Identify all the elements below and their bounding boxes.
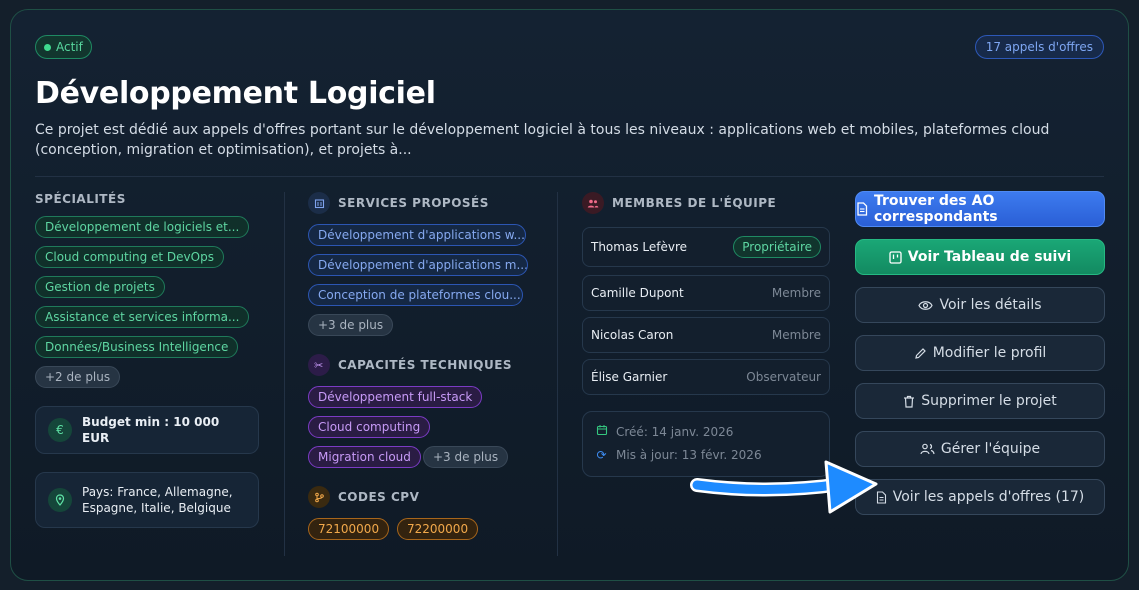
- service-tag: Conception de plateformes clou...: [308, 284, 523, 306]
- team-member-row[interactable]: Nicolas Caron Membre: [582, 317, 830, 353]
- view-details-label: Voir les détails: [939, 297, 1042, 313]
- kanban-icon: [889, 250, 902, 264]
- project-description: Ce projet est dédié aux appels d'offres …: [35, 122, 1050, 158]
- view-offers-button[interactable]: Voir les appels d'offres (17): [855, 479, 1105, 515]
- dates-box: Créé: 14 janv. 2026 ⟳ Mis à jour: 13 fév…: [582, 411, 830, 477]
- team-member-row[interactable]: Élise Garnier Observateur: [582, 359, 830, 395]
- specialties-more-tag[interactable]: +2 de plus: [35, 366, 121, 388]
- status-badge: Actif: [35, 35, 92, 59]
- column-divider: [557, 192, 558, 556]
- delete-project-button[interactable]: Supprimer le projet: [855, 383, 1105, 419]
- budget-label: Budget min : 10 000 EUR: [82, 415, 220, 445]
- team-title-text: MEMBRES DE L'ÉQUIPE: [612, 196, 777, 210]
- project-title: Développement Logiciel: [35, 76, 436, 111]
- team-member-row[interactable]: Thomas Lefèvre Propriétaire: [582, 227, 830, 267]
- specialty-tag: Développement de logiciels et...: [35, 216, 250, 238]
- euro-icon: €: [48, 418, 72, 442]
- created-date: Créé: 14 janv. 2026: [595, 424, 733, 439]
- specialty-tag: Données/Business Intelligence: [35, 336, 239, 358]
- updated-date: ⟳ Mis à jour: 13 févr. 2026: [595, 448, 762, 462]
- manage-team-button[interactable]: Gérer l'équipe: [855, 431, 1105, 467]
- edit-profile-label: Modifier le profil: [932, 345, 1047, 361]
- member-role: Membre: [771, 328, 821, 342]
- created-date-text: Créé: 14 janv. 2026: [616, 424, 734, 439]
- cpv-tag: 72100000: [308, 518, 390, 540]
- divider: [35, 176, 1104, 177]
- capability-tag: Migration cloud: [308, 446, 421, 468]
- branch-icon: [308, 486, 330, 508]
- team-member-row[interactable]: Camille Dupont Membre: [582, 275, 830, 311]
- eye-icon: [918, 300, 934, 311]
- status-dot-icon: [44, 43, 51, 51]
- capabilities-title-text: CAPACITÉS TECHNIQUES: [338, 358, 513, 372]
- calendar-icon: [595, 424, 608, 439]
- member-name: Élise Garnier: [591, 370, 668, 384]
- view-details-button[interactable]: Voir les détails: [855, 287, 1105, 323]
- specialty-tag: Cloud computing et DevOps: [35, 246, 224, 268]
- refresh-icon: ⟳: [596, 448, 607, 462]
- service-tag: Développement d'applications w...: [308, 224, 526, 246]
- service-tag: Développement d'applications m...: [308, 254, 528, 276]
- manage-team-label: Gérer l'équipe: [940, 441, 1041, 457]
- specialty-tag: Assistance et services informa...: [35, 306, 250, 328]
- capability-tag: Cloud computing: [308, 416, 431, 438]
- countries-label: Pays: France, Allemagne, Espagne, Italie…: [82, 484, 233, 516]
- project-card: Actif 17 appels d'offres Développement L…: [10, 9, 1129, 581]
- tracking-board-label: Voir Tableau de suivi: [907, 249, 1072, 265]
- specialty-tag: Gestion de projets: [35, 276, 165, 298]
- owner-badge: Propriétaire: [733, 236, 821, 258]
- document-icon: [876, 490, 887, 504]
- find-matching-offers-button[interactable]: Trouver des AO correspondants: [855, 191, 1105, 227]
- edit-profile-button[interactable]: Modifier le profil: [855, 335, 1105, 371]
- status-label: Actif: [56, 40, 83, 54]
- offers-count-badge: 17 appels d'offres: [974, 35, 1104, 59]
- users-icon: [582, 192, 604, 214]
- tracking-board-button[interactable]: Voir Tableau de suivi: [855, 239, 1105, 275]
- cpv-tag: 72200000: [397, 518, 479, 540]
- capabilities-more-tag[interactable]: +3 de plus: [423, 446, 509, 468]
- services-more-tag[interactable]: +3 de plus: [308, 314, 394, 336]
- countries-line-2: Espagne, Italie, Belgique: [82, 501, 231, 515]
- countries-line-1: Pays: France, Allemagne,: [82, 485, 233, 499]
- pencil-icon: [914, 347, 927, 360]
- trash-icon: [903, 395, 915, 408]
- team-title: MEMBRES DE L'ÉQUIPE: [582, 192, 776, 214]
- document-icon: [856, 202, 868, 216]
- column-divider: [284, 192, 285, 556]
- member-name: Nicolas Caron: [591, 328, 674, 342]
- updated-date-text: Mis à jour: 13 févr. 2026: [616, 448, 762, 462]
- users-icon: [920, 443, 935, 455]
- member-name: Camille Dupont: [591, 286, 684, 300]
- capabilities-title: ✂ CAPACITÉS TECHNIQUES: [308, 354, 512, 376]
- services-title: SERVICES PROPOSÉS: [308, 192, 489, 214]
- countries-box: Pays: France, Allemagne, Espagne, Italie…: [35, 472, 259, 528]
- view-offers-label: Voir les appels d'offres (17): [892, 489, 1085, 505]
- delete-project-label: Supprimer le projet: [921, 393, 1057, 409]
- offers-count-label: 17 appels d'offres: [985, 40, 1093, 54]
- specialties-title: SPÉCIALITÉS: [35, 192, 126, 206]
- member-name: Thomas Lefèvre: [591, 240, 688, 254]
- specialties-title-text: SPÉCIALITÉS: [35, 192, 126, 206]
- cpv-title: CODES CPV: [308, 486, 419, 508]
- tools-icon: ✂: [308, 354, 330, 376]
- building-icon: [308, 192, 330, 214]
- budget-box: € Budget min : 10 000 EUR: [35, 406, 259, 454]
- member-role: Membre: [771, 286, 821, 300]
- find-matching-offers-label: Trouver des AO correspondants: [874, 193, 998, 225]
- member-role: Observateur: [746, 370, 821, 384]
- capability-tag: Développement full-stack: [308, 386, 483, 408]
- cpv-title-text: CODES CPV: [338, 490, 420, 504]
- services-title-text: SERVICES PROPOSÉS: [338, 196, 489, 210]
- location-pin-icon: [48, 488, 72, 512]
